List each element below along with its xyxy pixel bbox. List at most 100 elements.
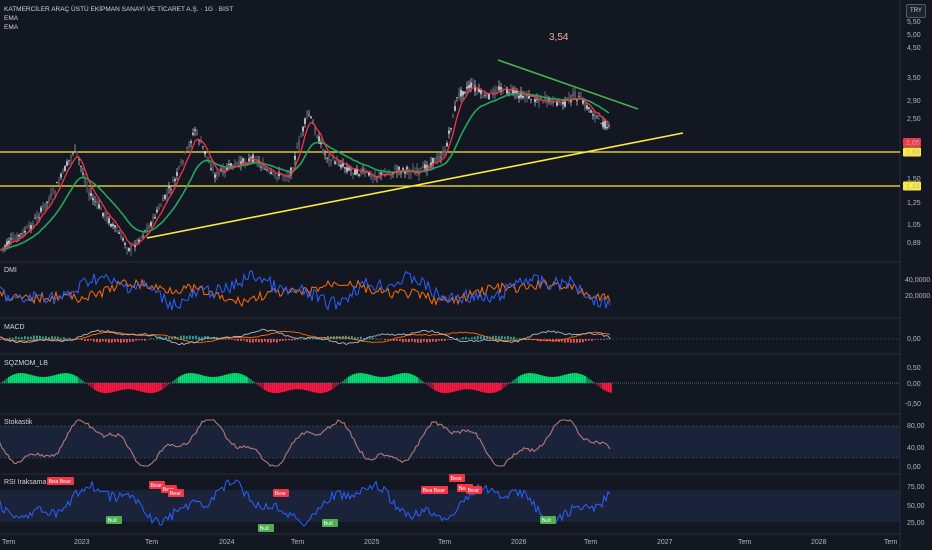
macd-bar [303,339,305,340]
squeeze-bar [284,383,286,392]
squeeze-bar [102,383,104,393]
candle-body [174,178,176,182]
squeeze-bar [68,373,70,384]
candle-body [86,185,88,188]
macd-bar [372,337,374,340]
squeeze-bar [402,373,404,384]
squeeze-bar [88,383,90,386]
candle-body [400,172,402,174]
time-tick: 2027 [657,539,673,546]
macd-bar [261,339,263,343]
macd-bar [150,338,152,340]
stochastic-pane[interactable]: Stokastik 80,00 40,00 0,00 [0,419,925,471]
squeeze-bar [568,373,570,384]
squeeze-bar [288,383,290,391]
candle-body [448,130,450,134]
stochastic-axis-tick: 0,00 [907,464,921,471]
macd-bar [420,339,422,343]
macd-bar [57,336,59,340]
macd-bar [252,339,254,343]
candle-body [60,173,62,178]
candle-body [438,155,440,160]
squeeze-bar [202,375,204,384]
chart-canvas[interactable]: 3,54 5,50 5,00 4,50 3,50 2,90 2,50 2,05 … [0,0,932,550]
ema-fast-line[interactable] [0,86,610,251]
squeeze-bar [258,383,260,387]
squeeze-bar [204,375,206,384]
squeeze-axis-tick: 0,50 [907,365,921,372]
squeeze-bar [50,376,52,384]
macd-bar [450,339,452,341]
macd-bar [102,339,104,342]
squeeze-bar [518,376,520,384]
macd-bar [504,336,506,340]
macd-bar [114,339,116,342]
squeeze-bar [176,378,178,384]
candle-body [98,204,100,209]
macd-bar [312,338,314,340]
macd-bar [69,337,71,340]
macd-bar [507,336,509,340]
squeeze-bar [32,375,34,384]
squeeze-bar [104,383,106,394]
candle-body [186,146,188,149]
macd-bar [108,339,110,343]
squeeze-bar [126,383,128,390]
dmi-pane[interactable]: DMI 40,0000 20,0000 [0,267,930,311]
squeeze-bar [608,383,610,393]
squeeze-bar [38,376,40,384]
candle-body [358,174,360,176]
squeeze-bar [548,376,550,384]
macd-bar [60,337,62,340]
macd-line[interactable] [0,328,611,346]
time-axis[interactable]: Tem 2023 Tem 2024 Tem 2025 Tem 2026 Tem … [2,539,897,546]
squeeze-bar [156,383,158,393]
macd-bar [105,339,107,342]
squeeze-bar [152,383,154,393]
macd-bar [426,339,428,343]
macd-bar [99,339,101,343]
squeeze-bar [130,383,132,390]
squeeze-bar [562,375,564,384]
time-tick: Tem [291,539,304,546]
rsi-divergence-pane[interactable]: RSI Iraksama Göst. Bear BearBearBear Bear B… [0,474,925,532]
candle-body [40,207,42,212]
candle-body [382,171,384,173]
squeeze-bar [240,373,242,384]
macd-bar [42,336,44,340]
squeeze-bar [200,374,202,384]
candle-body [442,150,444,156]
squeeze-bar [290,383,292,390]
candle-body [50,193,52,199]
candle-body [238,159,240,165]
squeeze-bar [274,383,276,394]
candlesticks[interactable] [0,77,610,257]
ema-slow-line[interactable] [0,92,610,251]
price-axis[interactable]: 5,50 5,00 4,50 3,50 2,90 2,50 2,05 1,89 … [903,19,921,247]
macd-bar [597,339,599,340]
price-tick: 1,05 [907,222,921,229]
squeeze-bar [588,378,590,384]
candle-body [80,166,82,168]
time-tick: 2028 [811,539,827,546]
candle-body [166,193,168,196]
squeeze-momentum-pane[interactable]: SQZMOM_LB 0,50 0,00 -0,50 [0,360,921,408]
squeeze-bar [380,376,382,384]
macd-bar [63,337,65,340]
macd-bar [516,338,518,340]
squeeze-bar [544,376,546,384]
candle-body [18,234,20,237]
macd-pane[interactable]: MACD 0,00 [0,324,921,346]
macd-label: MACD [4,324,25,331]
squeeze-bar [454,383,456,392]
macd-bar [267,339,269,343]
macd-axis-tick: 0,00 [907,336,921,343]
rsi-axis-tick: 25,00 [907,520,925,527]
time-tick: 2026 [511,539,527,546]
price-pane[interactable]: 3,54 [0,32,900,257]
squeeze-bar [312,383,314,393]
macd-bar [12,337,14,340]
squeeze-bar [324,383,326,393]
squeeze-bar [358,373,360,384]
candle-body [292,168,294,169]
